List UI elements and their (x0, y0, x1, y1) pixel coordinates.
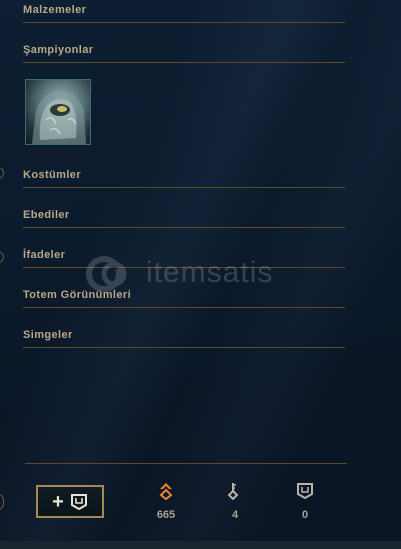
key-value: 4 (231, 509, 239, 521)
watermark-logo-icon (86, 256, 127, 292)
section-label: Malzemeler (23, 4, 87, 16)
champion-portrait-icon (32, 90, 86, 144)
section-kostumler[interactable]: Kostümler (23, 165, 345, 188)
section-label: Ebediler (23, 209, 70, 221)
watermark: itemsatis (84, 254, 324, 298)
add-chest-button[interactable]: + (36, 485, 104, 518)
orange-essence-value: 665 (156, 509, 176, 521)
chest-value: 0 (301, 509, 309, 521)
section-sampiyonlar[interactable]: Şampiyonlar (23, 40, 345, 63)
champion-tile[interactable] (25, 79, 91, 145)
orange-essence-counter: 665 (146, 482, 186, 521)
section-ebediler[interactable]: Ebediler (23, 205, 345, 228)
bottom-divider (25, 463, 347, 464)
scroll-edge-marker (0, 494, 4, 510)
section-label: Şampiyonlar (23, 44, 94, 56)
section-label: Simgeler (23, 329, 73, 341)
section-malzemeler[interactable]: Malzemeler (23, 0, 345, 23)
scroll-edge-marker (0, 167, 4, 179)
chest-counter: 0 (285, 482, 325, 521)
footer-bar (0, 541, 401, 549)
chest-icon (70, 493, 87, 510)
plus-icon: + (52, 490, 64, 513)
section-label: Kostümler (23, 169, 81, 181)
section-label: İfadeler (23, 249, 66, 261)
section-simgeler[interactable]: Simgeler (23, 325, 345, 348)
watermark-text: itemsatis (146, 256, 274, 289)
key-icon (227, 483, 239, 500)
scroll-edge-marker (0, 251, 4, 263)
key-counter: 4 (215, 482, 255, 521)
chest-icon (297, 483, 313, 500)
orange-essence-icon (159, 483, 173, 500)
